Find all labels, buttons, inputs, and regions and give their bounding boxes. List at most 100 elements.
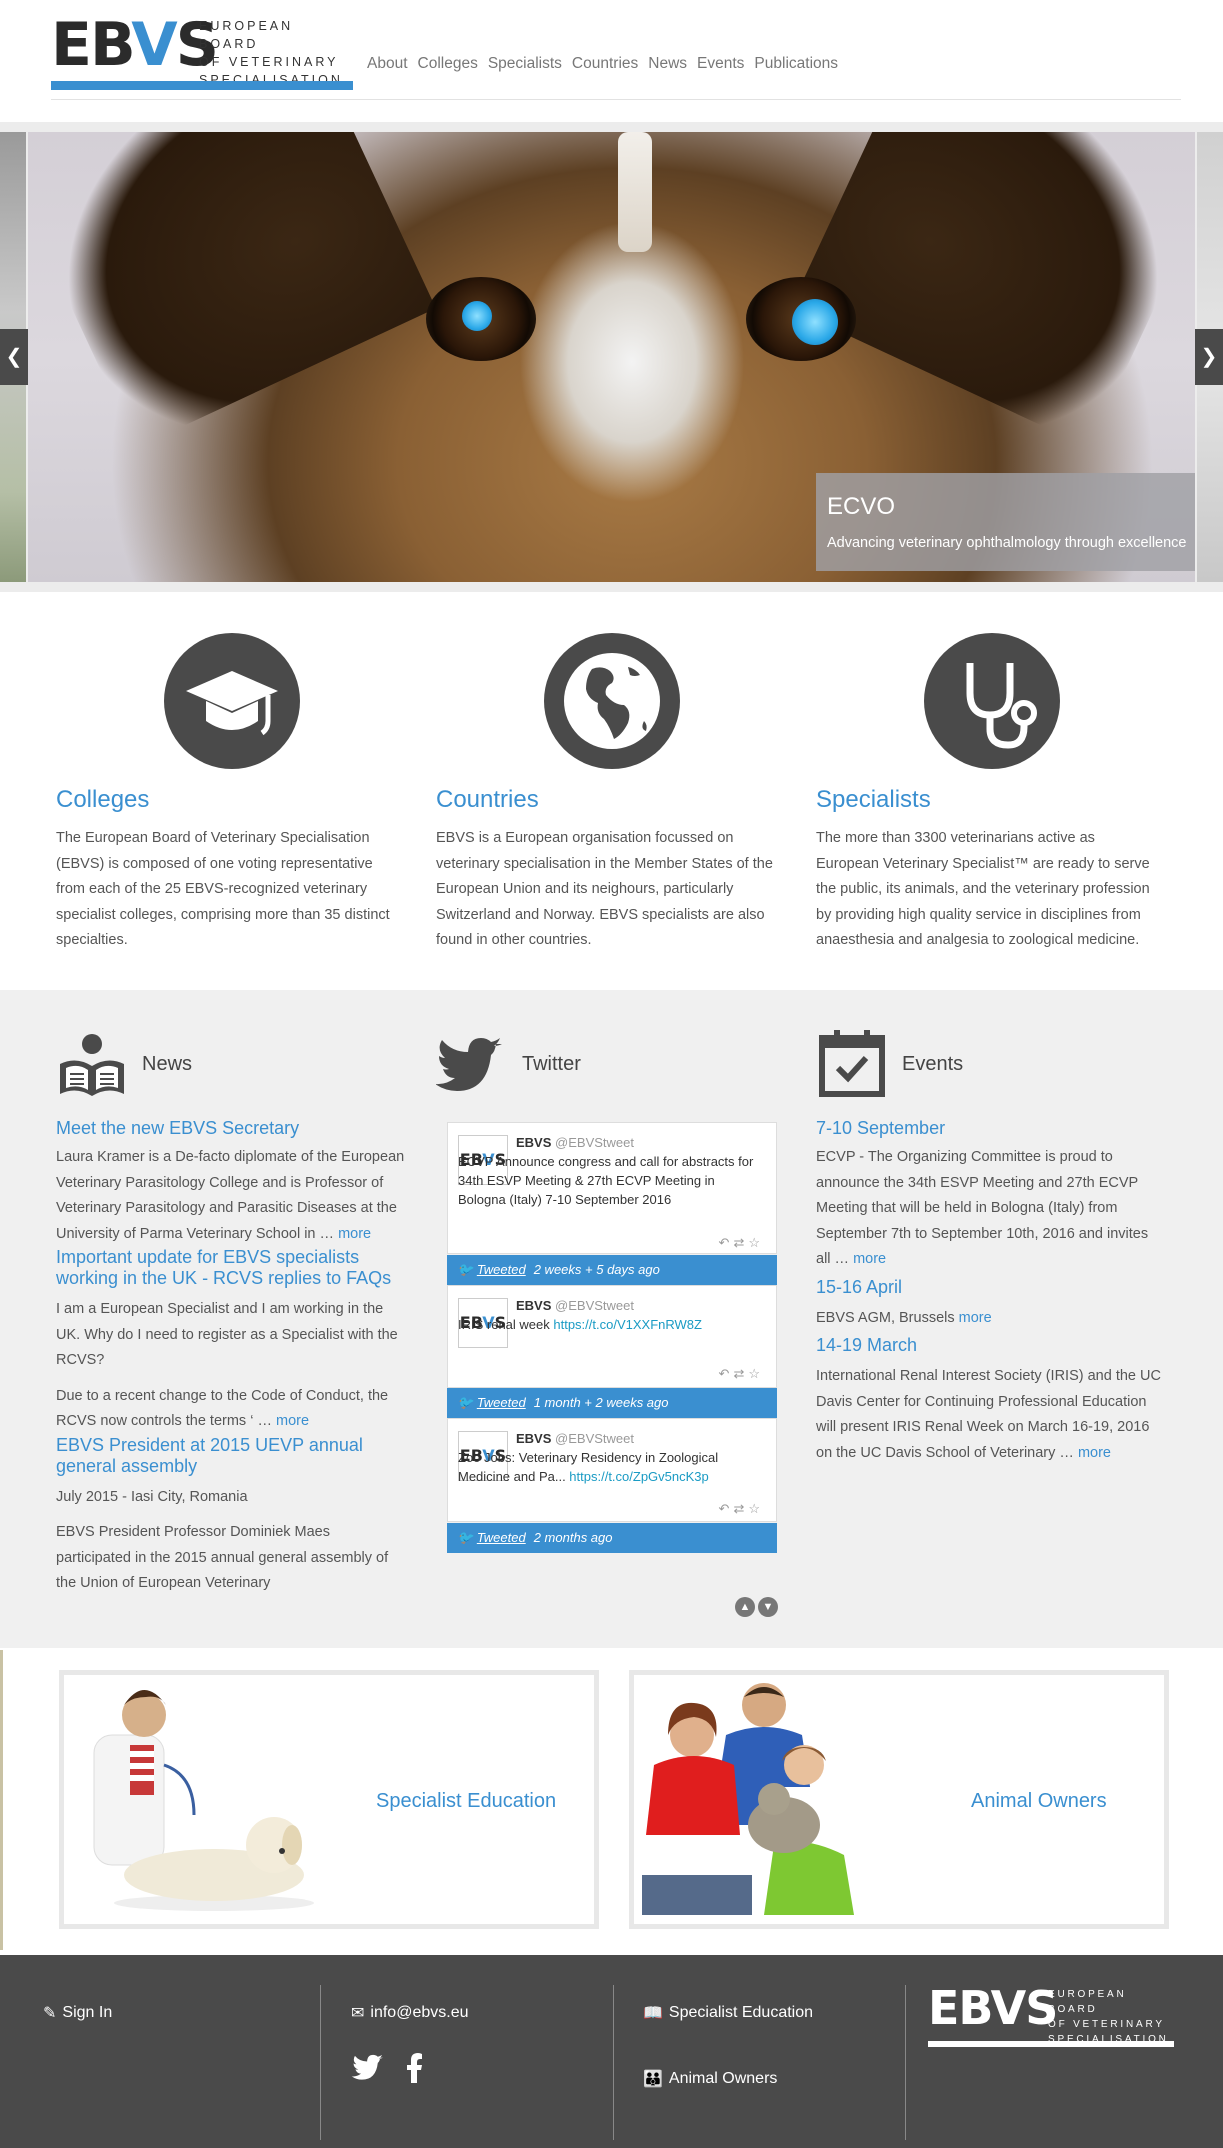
- slide-caption-text: Advancing veterinary ophthalmology throu…: [827, 535, 1187, 551]
- chevron-right-icon: ❯: [1200, 346, 1218, 368]
- reply-icon: ↶: [718, 1501, 734, 1516]
- favorite-star-icon: ☆: [748, 1235, 764, 1250]
- twitter-feed-nav: ▲ ▼: [735, 1597, 781, 1617]
- feature-title-colleges[interactable]: Colleges: [56, 786, 149, 814]
- news-item-title[interactable]: Important update for EBVS specialists wo…: [56, 1247, 406, 1289]
- footer-col-contact: ✉ info@ebvs.eu: [351, 2003, 468, 2083]
- open-book-icon: 📖: [643, 2005, 663, 2022]
- vet-with-puppy-image: [93, 1690, 314, 1911]
- feature-text-colleges: The European Board of Veterinary Special…: [56, 830, 390, 948]
- tweet-body: EBVS @EBVStweet Zoo Jobs: Veterinary Resi…: [458, 1431, 719, 1484]
- tweet-link[interactable]: https://t.co/V1XXFnRW8Z: [553, 1317, 702, 1332]
- tweet-body: EBVS @EBVStweet ECVP Announce congress an…: [458, 1135, 754, 1207]
- event-date[interactable]: 14-19 March: [816, 1335, 1166, 1356]
- news-item-text: I am a European Specialist and I am work…: [56, 1301, 398, 1368]
- graduation-cap-icon[interactable]: [164, 633, 300, 769]
- email-link[interactable]: ✉ info@ebvs.eu: [351, 2003, 468, 2023]
- tweet-actions[interactable]: ↶⇄☆: [704, 1366, 764, 1382]
- news-more-link[interactable]: more: [338, 1226, 371, 1242]
- news-item-title[interactable]: EBVS President at 2015 UEVP annual gener…: [56, 1435, 406, 1477]
- scroll-up-icon[interactable]: ▲: [735, 1597, 755, 1617]
- dog-eye-left: [426, 277, 536, 361]
- tweet-footer[interactable]: 🐦 Tweeted 1 month + 2 weeks ago: [447, 1388, 777, 1418]
- nav-colleges[interactable]: Colleges: [418, 55, 478, 73]
- slide-caption: ECVO Advancing veterinary ophthalmology …: [816, 473, 1195, 571]
- feature-title-countries[interactable]: Countries: [436, 786, 539, 814]
- slide-caption-title: ECVO: [827, 493, 896, 520]
- site-header: EBVS EUROPEAN BOARD OF VETERINARY SPECIA…: [0, 0, 1223, 120]
- scroll-down-icon[interactable]: ▼: [758, 1597, 778, 1617]
- chevron-left-icon: ❮: [5, 346, 23, 368]
- nav-news[interactable]: News: [648, 55, 687, 73]
- sign-in-link[interactable]: ✎ Sign In: [43, 2003, 112, 2023]
- tweet-actions[interactable]: ↶⇄☆: [704, 1235, 764, 1251]
- footer-logo-underline: [928, 2041, 1174, 2047]
- event-date[interactable]: 15-16 April: [816, 1277, 1166, 1298]
- tweet-body: EBVS @EBVStweet IRIS renal week https://t…: [458, 1298, 702, 1332]
- dog-ear-right: [790, 132, 1195, 448]
- tweet-actions[interactable]: ↶⇄☆: [704, 1501, 764, 1517]
- footer-divider: [320, 1985, 321, 2140]
- twitter-icon[interactable]: [351, 2054, 385, 2082]
- tweet-footer[interactable]: 🐦 Tweeted 2 weeks + 5 days ago: [447, 1255, 777, 1285]
- news-item-text: Due to a recent change to the Code of Co…: [56, 1387, 389, 1430]
- news-twitter-events-section: News Meet the new EBVS Secretary Laura K…: [0, 990, 1223, 1648]
- feature-text-countries: EBVS is a European organisation focussed…: [436, 830, 773, 948]
- event-date[interactable]: 7-10 September: [816, 1118, 1166, 1139]
- footer-specialist-education-link[interactable]: 📖 Specialist Education: [643, 2003, 813, 2023]
- hero-slide-dog-image[interactable]: ECVO Advancing veterinary ophthalmology …: [28, 132, 1195, 582]
- nav-publications[interactable]: Publications: [754, 55, 838, 73]
- event-more-link[interactable]: more: [959, 1310, 992, 1326]
- main-nav: About Colleges Specialists Countries New…: [367, 55, 848, 73]
- event-more-link[interactable]: more: [1078, 1445, 1111, 1461]
- facebook-icon[interactable]: [407, 2053, 423, 2083]
- specialist-education-card[interactable]: Specialist Education: [59, 1670, 599, 1929]
- twitter-bird-icon: 🐦: [457, 1530, 474, 1545]
- nav-about[interactable]: About: [367, 55, 408, 73]
- newspaper-reader-icon: [60, 1034, 124, 1096]
- animal-owners-card[interactable]: Animal Owners: [629, 1670, 1169, 1929]
- news-item-title[interactable]: Meet the new EBVS Secretary: [56, 1118, 406, 1139]
- tweet[interactable]: EBVS EBVS @EBVStweet Zoo Jobs: Veterinary…: [447, 1418, 777, 1553]
- family-with-cat-image: [642, 1683, 854, 1915]
- dog-blaze: [618, 132, 652, 252]
- event-text: International Renal Interest Society (IR…: [816, 1368, 1161, 1461]
- retweet-icon: ⇄: [733, 1501, 749, 1516]
- calendar-check-icon: [819, 1030, 885, 1097]
- site-footer: ✎ Sign In ✉ info@ebvs.eu 📖 Specialist Educa…: [0, 1955, 1223, 2148]
- tweet-footer[interactable]: 🐦 Tweeted 2 months ago: [447, 1523, 777, 1553]
- tweet-link[interactable]: https://t.co/ZpGv5ncK3p: [569, 1469, 708, 1484]
- favorite-star-icon: ☆: [748, 1501, 764, 1516]
- twitter-heading: Twitter: [522, 1052, 581, 1075]
- twitter-bird-icon: [436, 1038, 502, 1091]
- ebvs-logo[interactable]: EBVS EUROPEAN BOARD OF VETERINARY SPECIA…: [51, 15, 354, 91]
- logo-text: EUROPEAN BOARD OF VETERINARY SPECIALISAT…: [199, 19, 343, 87]
- tweet[interactable]: EBVS EBVS @EBVStweet IRIS renal week http…: [447, 1285, 777, 1418]
- people-icon: 👪: [643, 2071, 663, 2088]
- reply-icon: ↶: [718, 1366, 734, 1381]
- specialist-education-label[interactable]: Specialist Education: [376, 1790, 556, 1813]
- reply-icon: ↶: [718, 1235, 734, 1250]
- twitter-bird-icon: 🐦: [457, 1395, 474, 1410]
- favorite-star-icon: ☆: [748, 1366, 764, 1381]
- nav-specialists[interactable]: Specialists: [488, 55, 562, 73]
- footer-animal-owners-link[interactable]: 👪 Animal Owners: [643, 2069, 813, 2089]
- feature-title-specialists[interactable]: Specialists: [816, 786, 931, 814]
- animal-owners-label[interactable]: Animal Owners: [971, 1790, 1107, 1813]
- event-more-link[interactable]: more: [853, 1251, 886, 1267]
- envelope-icon: ✉: [351, 2005, 365, 2022]
- stethoscope-icon[interactable]: [924, 633, 1060, 769]
- events-header: Events: [816, 1028, 963, 1100]
- nav-events[interactable]: Events: [697, 55, 744, 73]
- nav-countries[interactable]: Countries: [572, 55, 638, 73]
- news-item-text: Laura Kramer is a De-facto diplomate of …: [56, 1149, 405, 1242]
- tweet[interactable]: EBVS EBVS @EBVStweet ECVP Announce congre…: [447, 1122, 777, 1285]
- footer-ebvs-logo[interactable]: EBVS EUROPEAN BOARD OF VETERINARY SPECIA…: [928, 1985, 1176, 2047]
- globe-icon[interactable]: [544, 633, 680, 769]
- news-more-link[interactable]: more: [276, 1413, 309, 1429]
- social-links: [351, 2053, 468, 2083]
- slider-prev-button[interactable]: ❮: [0, 329, 28, 385]
- logo-underline: [51, 81, 353, 90]
- feature-text-specialists: The more than 3300 veterinarians active …: [816, 830, 1150, 948]
- slider-next-button[interactable]: ❯: [1195, 329, 1223, 385]
